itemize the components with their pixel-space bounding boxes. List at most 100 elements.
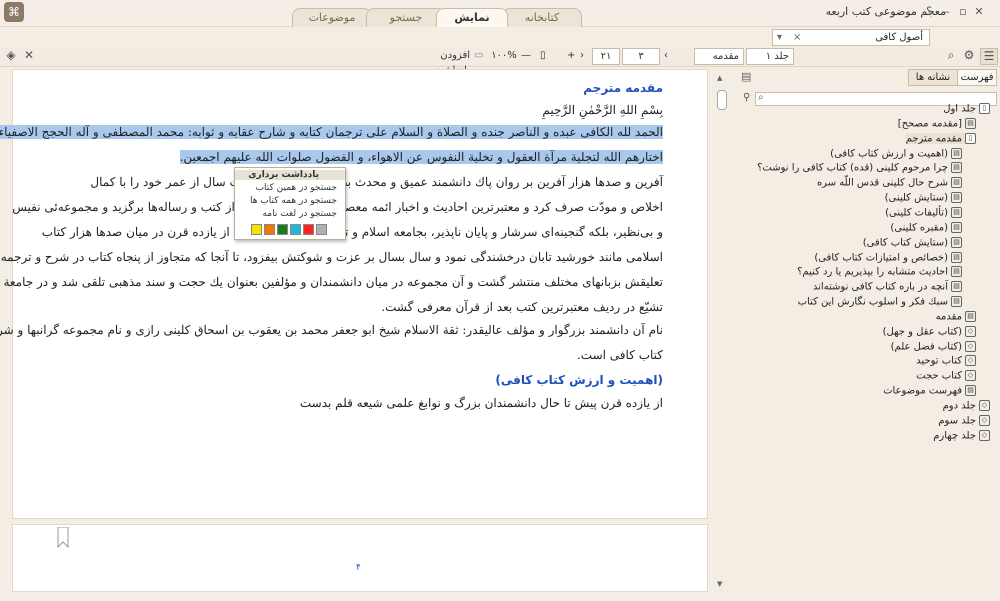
text-line[interactable]: تعليقش بزبانهاى مختلف منتشر گشت و آن مجم…: [3, 275, 663, 289]
tree-item[interactable]: ◇کتاب توحید: [916, 355, 976, 367]
page-icon: ▤: [951, 296, 962, 308]
book-select[interactable]: أصول کافی × ▾: [772, 29, 930, 46]
tab-index[interactable]: فهرست: [957, 69, 997, 86]
fullscreen-icon[interactable]: ✕: [22, 48, 36, 63]
zoom-in-button[interactable]: +: [567, 48, 575, 63]
tree-item[interactable]: ▯جلد اول: [943, 103, 990, 115]
tree-item[interactable]: ◇(کتاب عقل و جهل): [882, 325, 976, 338]
menu-item-search-this-book[interactable]: جستجو در همین کتاب: [256, 183, 337, 193]
prev-page-button[interactable]: ‹: [664, 48, 672, 63]
color-swatch-gray[interactable]: [316, 224, 327, 235]
tree-item[interactable]: ◇جلد چهارم: [933, 429, 990, 442]
menu-item-search-all-books[interactable]: جستجو در همه کتاب ها: [250, 196, 337, 206]
add-note-button[interactable]: افزودن یادداشت: [408, 48, 470, 76]
tree-item[interactable]: ▤(مقبره کلینی): [890, 221, 962, 233]
tab-view[interactable]: نمایش: [436, 8, 508, 27]
zoom-slider[interactable]: ▯: [540, 48, 548, 63]
section-select-value: مقدمه: [712, 51, 739, 62]
tree-item[interactable]: ▤(ستایش کتاب کافی): [862, 236, 962, 249]
tree-item[interactable]: ▤چرا مرحوم کلینی (قده) کتاب کافی را نوشت…: [757, 162, 962, 174]
book-select-value: أصول کافی: [875, 32, 923, 43]
menu-item-search-dictionary[interactable]: جستجو در لغت نامه: [262, 209, 337, 219]
page-input[interactable]: ۳: [622, 48, 660, 65]
tree-item-label: (ستایش کتاب کافی): [862, 237, 948, 249]
volume-select[interactable]: جلد ۱: [746, 48, 794, 65]
tab-topics[interactable]: موضوعات: [292, 8, 372, 27]
tree-item[interactable]: ▤(ستایش کلینی): [885, 192, 962, 204]
tree-item-label: شرح حال کلینی قدس اللّه سره: [816, 177, 948, 189]
tree-item[interactable]: ◇جلد دوم: [943, 400, 990, 412]
tree-item[interactable]: ▤(خصائص و امتیازات کتاب کافی): [814, 251, 962, 263]
color-swatch-cyan[interactable]: [290, 224, 301, 235]
help-icon[interactable]: ؟: [922, 5, 936, 19]
notes-pane[interactable]: ۴: [12, 524, 708, 592]
tree-item[interactable]: ▤شرح حال کلینی قدس اللّه سره: [817, 177, 962, 189]
tree-item-label: کتاب توحید: [916, 355, 962, 367]
tab-library[interactable]: کتابخانه: [502, 8, 582, 27]
tree-item-label: چرا مرحوم کلینی (قده) کتاب کافی را نوشت؟: [757, 162, 948, 174]
tree-item[interactable]: ▤آنچه در باره کتاب کافی نوشته‌اند: [813, 281, 962, 293]
tree-item-label: جلد چهارم: [933, 430, 976, 442]
tree-item[interactable]: ◇کتاب حجت: [916, 370, 976, 382]
close-button[interactable]: ✕: [972, 5, 986, 19]
highlighted-text-line[interactable]: الحمد لله الكافى عبده و الناصر جنده و ال…: [0, 125, 663, 139]
zoom-out-button[interactable]: —: [521, 48, 531, 63]
tree-item[interactable]: ▤(اهمیت و ارزش کتاب کافی): [830, 147, 962, 160]
context-menu: یادداشت برداری جستجو در همین کتاب جستجو …: [234, 167, 346, 240]
scroll-down-icon[interactable]: ▼: [717, 580, 722, 588]
scroll-thumb[interactable]: [717, 90, 727, 110]
dock-icon[interactable]: ▤: [741, 70, 751, 83]
text-line[interactable]: و بى‌نظير، بلكه گنجينه‌اى سرشار و پايان …: [42, 225, 663, 239]
tree-item[interactable]: ▤(تألیفات کلینی): [885, 206, 962, 218]
text-line[interactable]: آفرين و صدها هزار آفرين بر روان پاك دانش…: [90, 175, 663, 189]
text-line[interactable]: كتاب كافى است.: [577, 348, 663, 362]
tree-item[interactable]: ▤احادیث متشابه را بپذیریم یا رد کنیم؟: [797, 266, 962, 278]
text-line[interactable]: نام آن دانشمند بزرگوار و مؤلف عاليقدر: ث…: [0, 323, 663, 337]
index-tree: ▯جلد اول ▤[مقدمه مصحح] ▯مقدمه مترجم ▤(اهمیت…: [738, 103, 994, 463]
text-line[interactable]: تشيّع در رديف معتبرترين كتب بعد از قرآن …: [381, 300, 663, 314]
scroll-up-icon[interactable]: ▲: [717, 74, 722, 82]
text-line[interactable]: از يازده قرن پيش تا حال دانشمندان بزرگ و…: [300, 396, 663, 410]
gear-icon[interactable]: ⚙: [962, 48, 976, 63]
tree-item[interactable]: ▤مقدمه: [936, 310, 976, 322]
open-book-icon: ▯: [979, 103, 990, 114]
tree-item-label: سبك فكر و اسلوب نگارش این کتاب: [797, 296, 948, 308]
tree-item[interactable]: ◇(کتاب فضل علم): [891, 340, 976, 352]
document-view[interactable]: مقدمه مترجم بِسْمِ اللهِ الرَّحْمٰنِ الر…: [0, 69, 708, 519]
tab-bookmarks[interactable]: نشانه ها: [908, 69, 958, 86]
chevron-down-icon[interactable]: ▾: [777, 30, 782, 45]
list-view-icon[interactable]: ☰: [980, 48, 998, 65]
layers-icon[interactable]: ◈: [4, 48, 18, 63]
tree-item-label: (کتاب عقل و جهل): [882, 326, 962, 338]
text-line[interactable]: اسلامى مانند خورشيد تابان درخشندگى نمود …: [0, 250, 663, 264]
section-select[interactable]: مقدمه: [694, 48, 744, 65]
tree-item[interactable]: ◇جلد سوم: [938, 414, 990, 426]
color-swatch-red[interactable]: [303, 224, 314, 235]
next-page-button[interactable]: ›: [580, 48, 588, 63]
color-swatch-yellow[interactable]: [251, 224, 262, 235]
clear-icon[interactable]: ×: [793, 30, 801, 45]
minimize-button[interactable]: –: [940, 5, 954, 19]
basmala: بِسْمِ اللهِ الرَّحْمٰنِ الرَّحِيمِ: [542, 103, 663, 117]
highlighted-text-line[interactable]: اختارهم الله لتجلية مرآة العقول و تخلية …: [179, 150, 663, 164]
tree-link-icon[interactable]: ⚲: [743, 92, 750, 103]
tree-item-label: [مقدمه مصحح]: [897, 118, 962, 130]
tree-item[interactable]: ▯مقدمه مترجم: [905, 132, 976, 145]
tree-item-label: (اهمیت و ارزش کتاب کافی): [830, 148, 948, 160]
search-icon[interactable]: ⌕: [944, 48, 958, 63]
view-toolbar: ◈ ✕ افزودن یادداشت ▭ ۱۰۰% — ▯ + › ۲۱ ۳ ‹…: [0, 47, 1000, 76]
closed-book-icon: ◇: [979, 414, 990, 426]
tree-item[interactable]: ▤سبك فكر و اسلوب نگارش این کتاب: [798, 296, 962, 308]
color-swatch-green[interactable]: [277, 224, 288, 235]
page-total: ۲۱: [592, 48, 620, 65]
bookmark-icon[interactable]: [57, 527, 69, 549]
tree-item[interactable]: ▤[مقدمه مصحح]: [897, 117, 976, 130]
tree-item-label: مقدمه مترجم: [905, 133, 962, 145]
color-swatch-orange[interactable]: [264, 224, 275, 235]
tab-search[interactable]: جستجو: [366, 8, 446, 27]
menu-item-take-note[interactable]: یادداشت برداری: [235, 170, 345, 180]
vertical-scrollbar[interactable]: ▲ ▼: [717, 74, 727, 592]
maximize-button[interactable]: ▫: [956, 5, 970, 19]
tree-item[interactable]: ▤فهرست موضوعات: [883, 385, 976, 397]
title-bar: ⌘ موضوعات جستجو نمایش کتابخانه معجم موضو…: [0, 0, 1000, 27]
